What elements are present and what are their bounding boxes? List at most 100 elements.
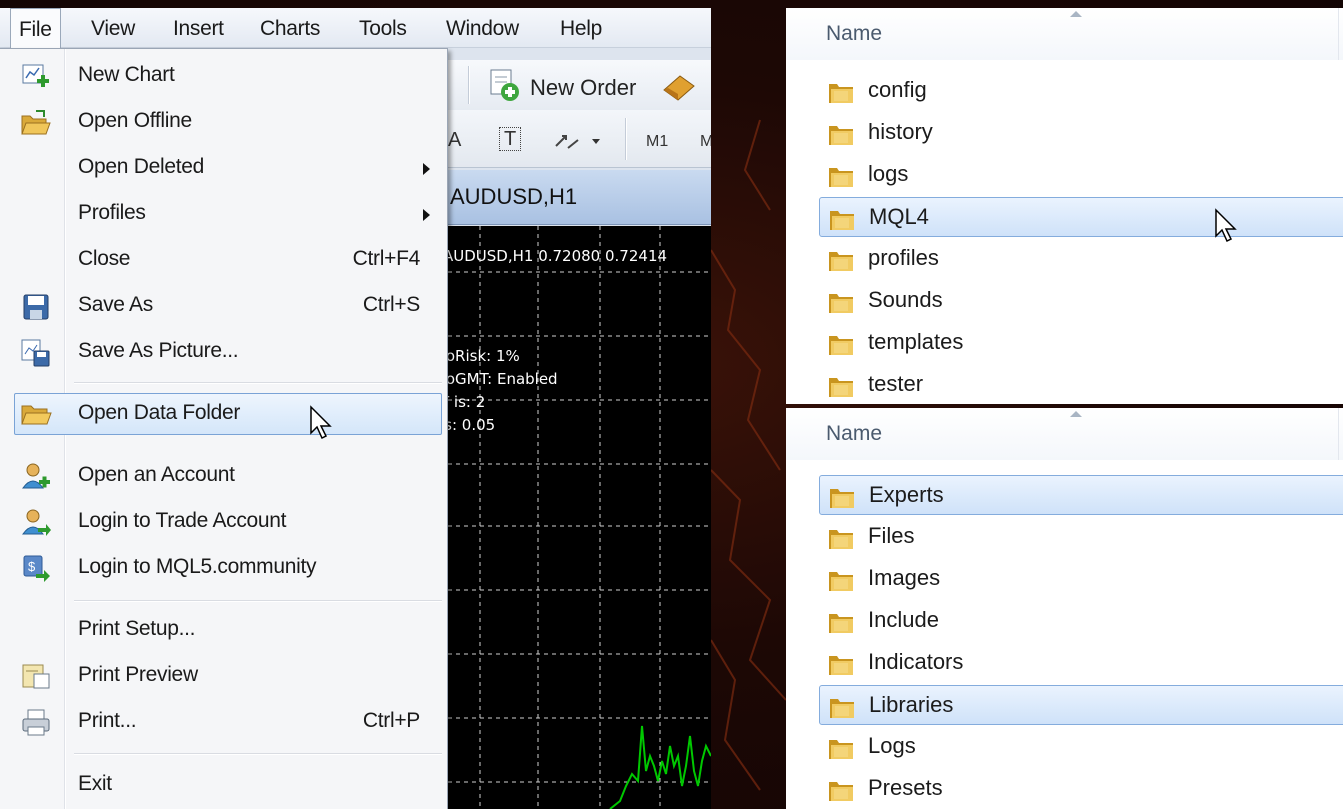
folder-row-mql4[interactable]: MQL4 [819,197,1343,237]
menu-insert[interactable]: Insert [173,17,224,41]
menu-bar: File View Insert Charts Tools Window Hel… [0,8,711,49]
ea-lot-text: is: 0.05 [440,416,496,434]
login-mql5-icon: $ [23,555,50,582]
folder-row-sounds[interactable]: Sounds [786,281,1343,321]
folder-row-images[interactable]: Images [786,559,1343,599]
timeframe-m1-button[interactable]: M1 [646,133,668,151]
folder-icon [830,211,854,230]
menu-item-open-account[interactable]: Open an Account [0,456,446,498]
menu-item-login-mql5[interactable]: $ Login to MQL5.community [0,548,446,590]
folder-icon [829,294,853,313]
menu-item-open-offline[interactable]: Open Offline [0,102,446,144]
menu-item-exit[interactable]: Exit [0,765,446,807]
open-account-icon [22,463,50,489]
menu-item-label: Close [78,247,131,270]
submenu-arrow-icon [423,209,430,221]
chart-area[interactable]: AUDUSD,H1 0.72080 0.72414 toRisk: 1% toG… [440,226,711,809]
menu-item-label: New Chart [78,63,175,86]
folder-icon [829,740,853,759]
toolbar-separator [468,66,470,104]
folder-name: history [868,119,933,144]
menu-separator [74,382,442,384]
folder-row-config[interactable]: config [786,71,1343,111]
chart-header-line: AUDUSD,H1 0.72080 0.72414 [443,247,668,265]
submenu-arrow-icon [423,163,430,175]
menu-help[interactable]: Help [560,17,602,41]
name-column-header[interactable]: Name [786,8,1343,60]
menu-item-shortcut: Ctrl+P [362,709,420,732]
folder-row-tester[interactable]: tester [786,365,1343,404]
ea-risk-text: toRisk: 1% [440,347,520,365]
menu-item-save-as-picture[interactable]: Save As Picture... [0,332,446,374]
explorer-data-folder: Name config history logs MQL4 profiles Sounds… [786,8,1343,404]
menu-item-label: Exit [78,772,112,795]
menu-item-print-preview[interactable]: Print Preview [0,656,446,698]
menu-item-label: Save As [78,293,153,316]
folder-row-files[interactable]: Files [786,517,1343,557]
folder-name: Libraries [869,692,954,717]
menu-tools[interactable]: Tools [359,17,407,41]
menu-item-new-chart[interactable]: New Chart [0,56,446,98]
menu-item-label: Open Deleted [78,155,204,178]
folder-name: Files [868,523,915,548]
text-tool-button[interactable]: A [448,129,461,152]
folder-name: tester [868,371,924,396]
arrows-tool-icon[interactable] [552,128,606,154]
chart-window-titlebar[interactable]: AUDUSD,H1 [440,170,711,225]
folder-icon [829,252,853,271]
menu-item-label: Login to Trade Account [78,509,287,532]
menu-window[interactable]: Window [446,17,519,41]
folder-icon [829,530,853,549]
folder-row-presets[interactable]: Presets [786,769,1343,809]
name-column-header[interactable]: Name [786,408,1343,460]
menu-item-save-as[interactable]: Save As Ctrl+S [0,286,446,328]
menu-item-profiles[interactable]: Profiles [0,194,446,236]
explorer-mql4-folder: Name Experts Files Images Include Indicators… [786,408,1343,809]
menu-charts[interactable]: Charts [260,17,320,41]
menu-item-label: Open Data Folder [78,401,241,424]
save-picture-icon [21,339,50,367]
folder-name: Include [868,607,939,632]
new-order-icon[interactable] [488,68,522,102]
open-offline-icon [21,110,51,135]
folder-icon [829,84,853,103]
ea-gmt-text: toGMT: Enabled [440,370,558,388]
folder-row-libraries[interactable]: Libraries [819,685,1343,725]
column-header-label: Name [826,22,883,45]
menu-item-label: Save As Picture... [78,339,239,362]
menu-file[interactable]: File [10,8,61,49]
metaeditor-icon[interactable] [662,72,696,102]
menu-item-open-deleted[interactable]: Open Deleted [0,148,446,190]
menu-item-open-data-folder[interactable]: Open Data Folder [14,393,442,435]
folder-row-indicators[interactable]: Indicators [786,643,1343,683]
folder-row-logs[interactable]: logs [786,155,1343,195]
menu-item-print-setup[interactable]: Print Setup... [0,610,446,652]
folder-open-icon [21,405,52,425]
folder-icon [829,378,853,397]
folder-row-logs[interactable]: Logs [786,727,1343,767]
printer-icon [22,709,50,736]
folder-row-include[interactable]: Include [786,601,1343,641]
new-order-button[interactable]: New Order [530,75,636,101]
login-trade-icon [22,509,51,536]
folder-icon [829,656,853,675]
timeframe-next-button[interactable]: M [700,133,711,151]
menu-item-login-trade[interactable]: Login to Trade Account [0,502,446,544]
menu-item-close[interactable]: Close Ctrl+F4 [0,240,446,282]
folder-row-history[interactable]: history [786,113,1343,153]
folder-row-templates[interactable]: templates [786,323,1343,363]
column-divider [1338,8,1339,60]
folder-name: Experts [869,482,944,507]
menu-view[interactable]: View [91,17,135,41]
folder-row-experts[interactable]: Experts [819,475,1343,515]
new-chart-icon [22,64,49,87]
menu-item-print[interactable]: Print... Ctrl+P [0,702,446,744]
folder-name: MQL4 [869,204,929,229]
menu-item-label: Print... [78,709,137,732]
folder-row-profiles[interactable]: profiles [786,239,1343,279]
menu-item-label: Open Offline [78,109,192,132]
folder-name: config [868,77,927,102]
chart-title: AUDUSD,H1 [450,184,578,209]
text-label-tool-button[interactable]: T [499,127,522,151]
folder-icon [830,699,854,718]
